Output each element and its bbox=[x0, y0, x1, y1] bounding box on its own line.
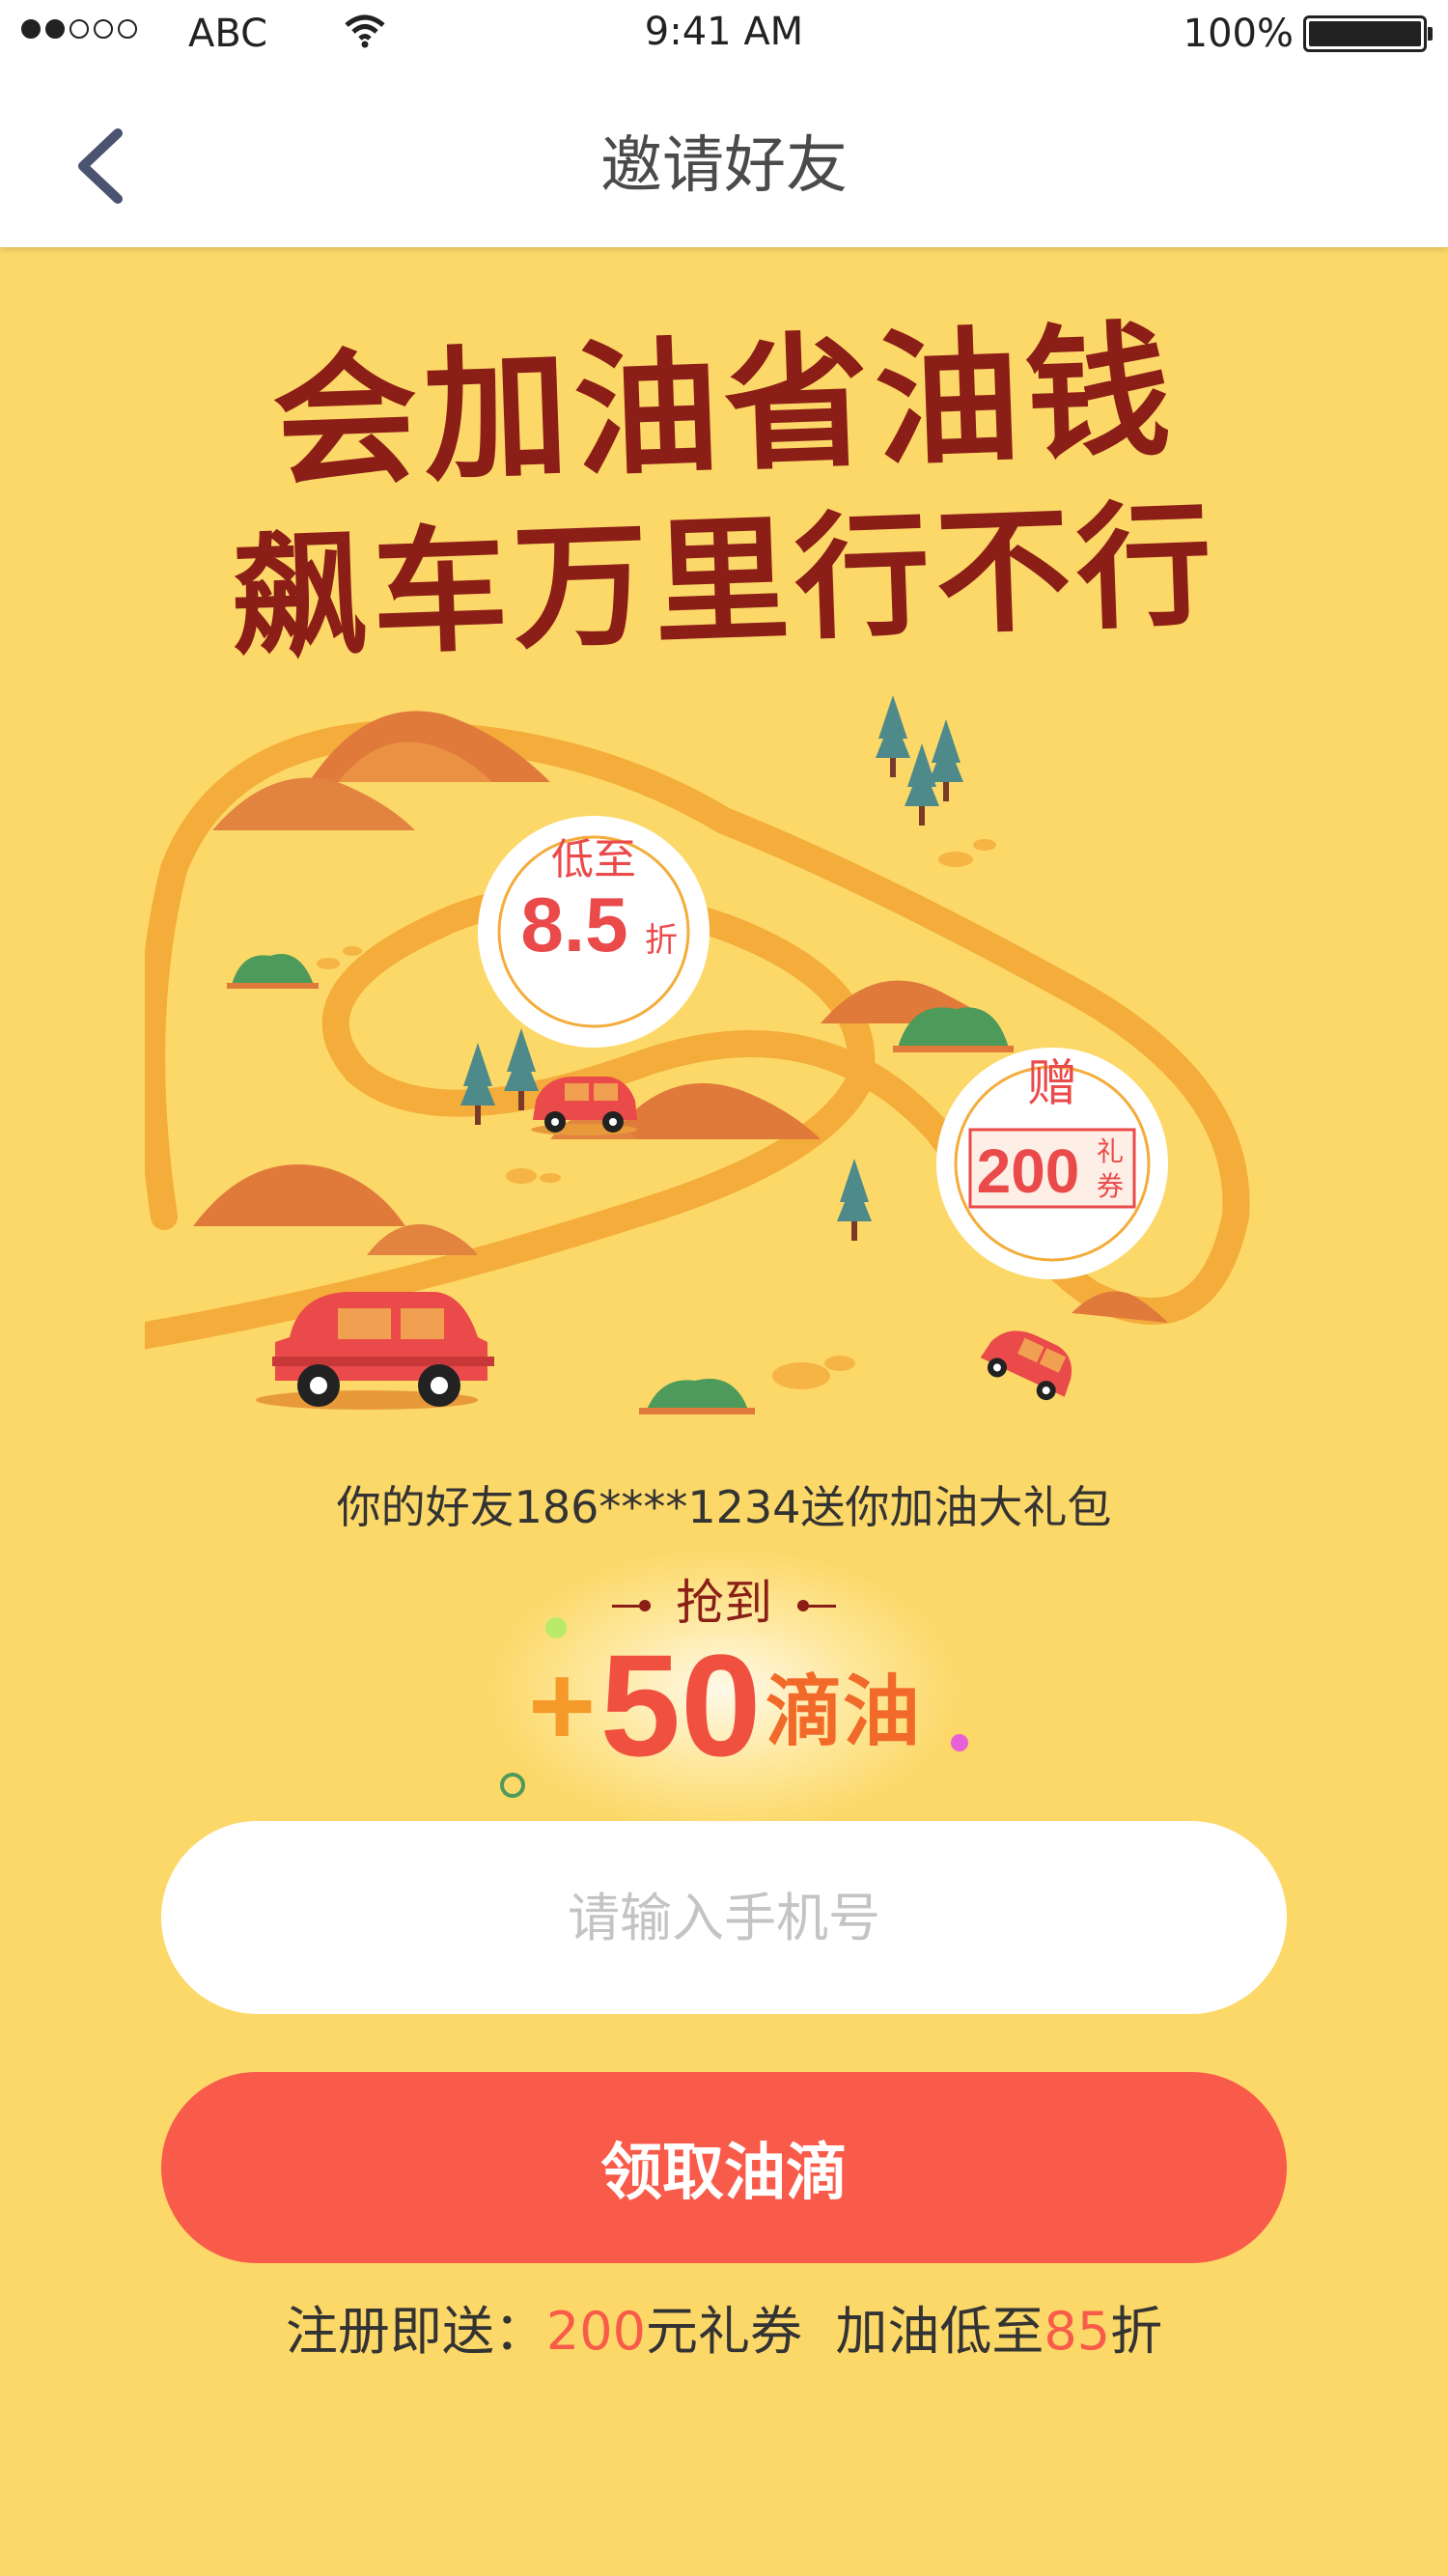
promo-prefix: 注册即送： bbox=[285, 2301, 546, 2362]
reward-unit: 滴油 bbox=[765, 1668, 920, 1755]
gift-bubble-value: 200 bbox=[977, 1136, 1080, 1206]
gift-bubble: 赠 200 礼 券 bbox=[936, 1048, 1168, 1279]
gift-bubble-unit-1: 礼 bbox=[1097, 1135, 1124, 1167]
battery-icon bbox=[1303, 15, 1433, 52]
confetti-dot-pink bbox=[951, 1734, 968, 1751]
caption-left-dash bbox=[612, 1600, 652, 1611]
promo-fuel-prefix: 加油低至 bbox=[835, 2301, 1044, 2362]
promo-text: 注册即送：200元礼券 加油低至85折 bbox=[0, 2288, 1448, 2365]
discount-bubble-unit: 折 bbox=[645, 921, 678, 960]
reward-number: 50 bbox=[599, 1624, 762, 1786]
gift-bubble-unit-2: 券 bbox=[1097, 1170, 1124, 1202]
confetti-ring bbox=[500, 1773, 525, 1798]
status-bar: ABC 9:41 AM 100% bbox=[0, 0, 1448, 68]
small-car-right bbox=[980, 1330, 1072, 1401]
promo-coupon-value: 200 bbox=[545, 2301, 646, 2362]
invite-message: 你的好友186****1234送你加油大礼包 bbox=[336, 1481, 1112, 1533]
battery-percent: 100% bbox=[1183, 12, 1294, 56]
nav-bar: 邀请好友 bbox=[0, 68, 1448, 247]
promo-fuel-value: 85 bbox=[1044, 2301, 1111, 2362]
discount-bubble-top: 低至 bbox=[551, 835, 636, 884]
caption-right-dash bbox=[796, 1600, 836, 1611]
reward-plus: + bbox=[528, 1640, 597, 1771]
discount-bubble-value: 8.5 bbox=[520, 882, 627, 967]
small-car-middle bbox=[531, 1077, 637, 1135]
confetti-dot-green bbox=[545, 1617, 567, 1638]
promo-coupon-suffix: 元礼券 bbox=[646, 2301, 802, 2362]
discount-bubble: 低至 8.5 折 bbox=[478, 816, 710, 1048]
reward-amount: + 50 滴油 bbox=[0, 1622, 1448, 1789]
page-title: 邀请好友 bbox=[600, 130, 848, 202]
gift-bubble-top: 赠 bbox=[1027, 1055, 1077, 1113]
claim-oil-drops-button[interactable]: 领取油滴 bbox=[161, 2072, 1287, 2263]
road-map-illustration: 低至 8.5 折 赠 200 礼 券 bbox=[145, 695, 1250, 1414]
phone-number-input[interactable] bbox=[161, 1821, 1287, 2014]
promo-fuel-suffix: 折 bbox=[1110, 2301, 1163, 2362]
